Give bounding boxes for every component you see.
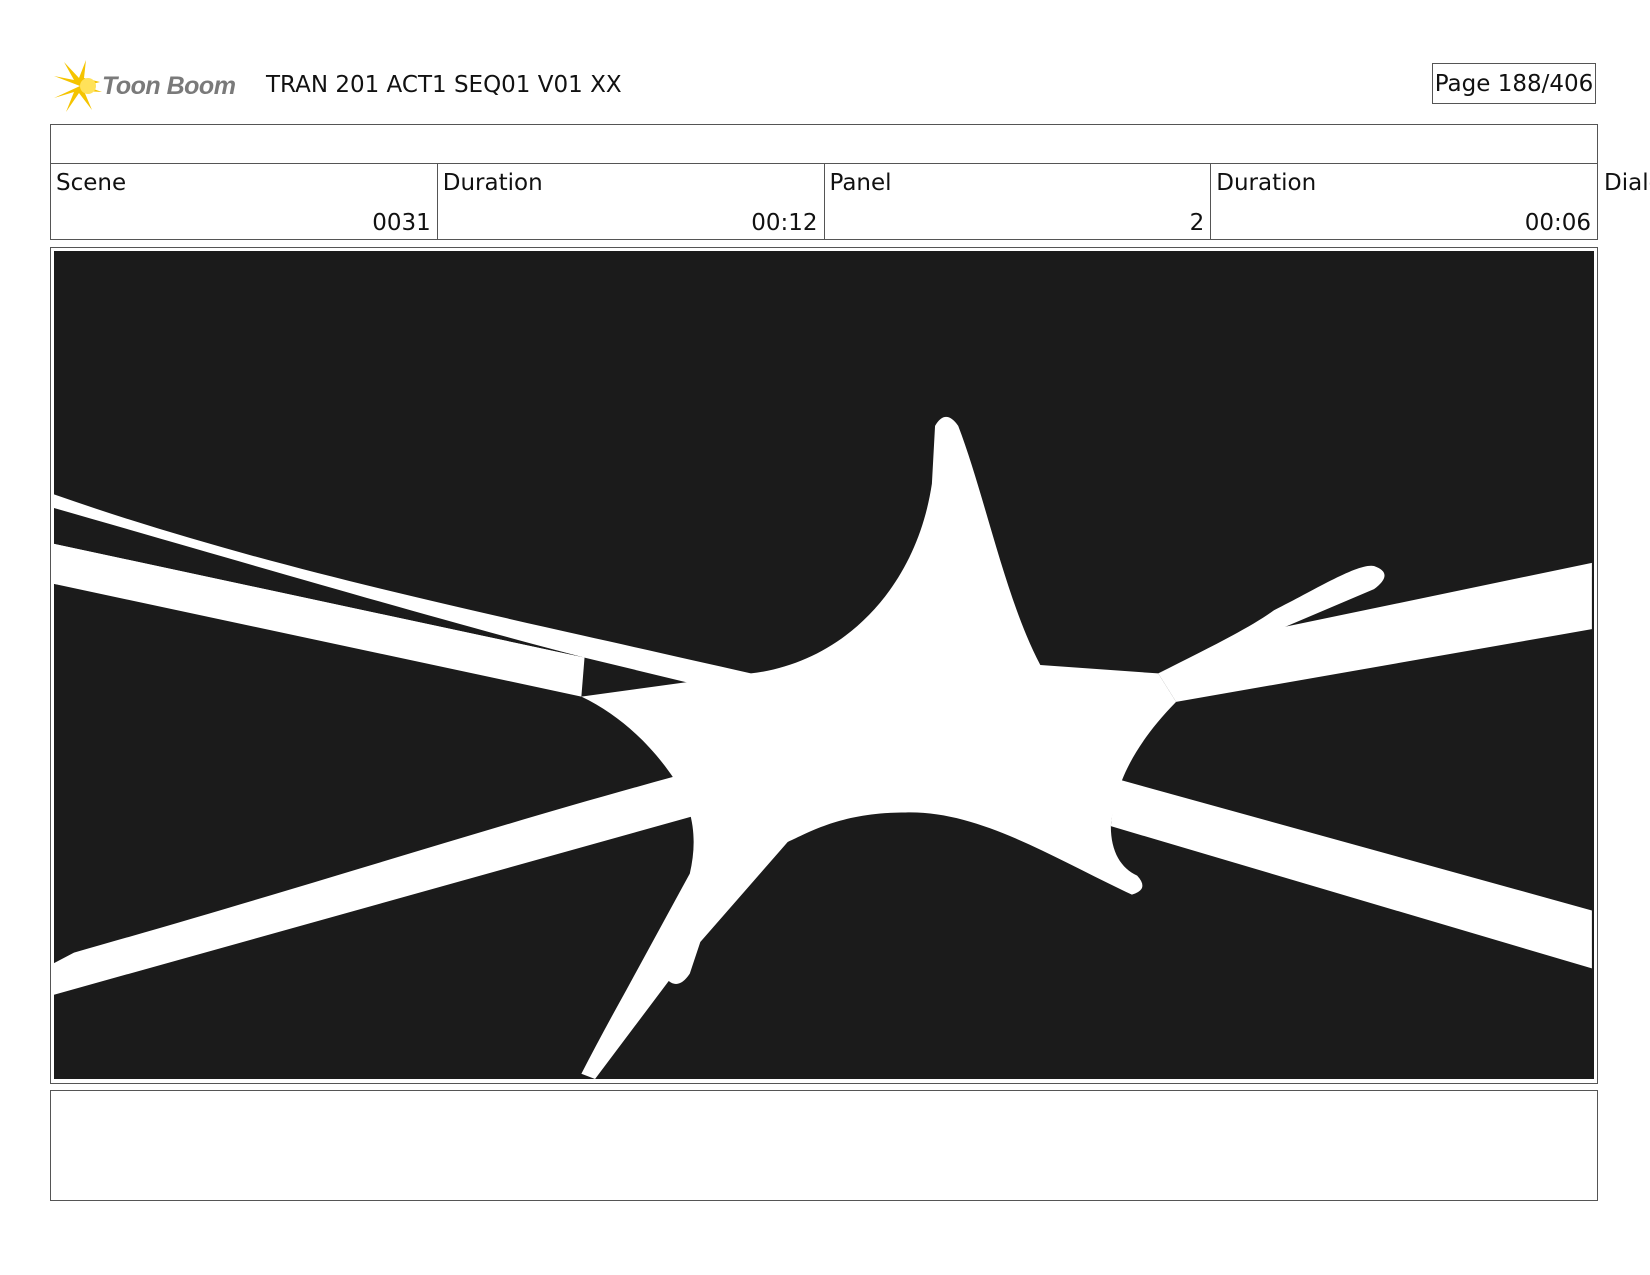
page-number: Page 188/406: [1432, 63, 1596, 104]
scene-label: Scene: [56, 170, 127, 196]
document-title: TRAN 201 ACT1 SEQ01 V01 XX: [266, 72, 622, 98]
panel-label: Panel: [829, 170, 892, 196]
scene-info-table: Scene 0031 Duration 00:12 Panel 2 Durati…: [50, 124, 1598, 240]
starburst-logo-icon: [54, 60, 102, 112]
panel-value: 2: [1189, 210, 1205, 236]
action-notes-box: [50, 1090, 1598, 1201]
panel-cell: Panel 2: [825, 164, 1212, 240]
scene-duration-value: 00:12: [751, 210, 818, 236]
panel-duration-label: Duration: [1216, 170, 1317, 196]
scene-value: 0031: [372, 210, 431, 236]
toon-boom-logo: Toon Boom: [52, 58, 252, 114]
scene-duration-cell: Duration 00:12: [438, 164, 825, 240]
dialog-label: Dialo: [1604, 170, 1650, 196]
panel-duration-value: 00:06: [1524, 210, 1591, 236]
panel-duration-cell: Duration 00:06: [1211, 164, 1597, 240]
splash-center: [581, 416, 1385, 1079]
panel-drawing: [54, 416, 1592, 1079]
logo-text: Toon Boom: [102, 71, 236, 100]
scene-duration-label: Duration: [442, 170, 543, 196]
info-header-row: [51, 125, 1597, 164]
storyboard-panel-image: [54, 251, 1594, 1079]
beam-lower-left: [54, 776, 696, 995]
beam-right-lower: [1110, 778, 1592, 969]
scene-cell: Scene 0031: [51, 164, 438, 240]
